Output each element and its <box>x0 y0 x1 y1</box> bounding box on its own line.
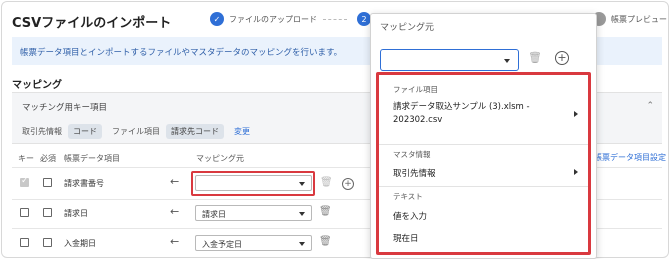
required-checkbox-row3[interactable] <box>43 238 52 247</box>
chevron-down-icon <box>299 242 305 246</box>
step-preview: 帳票プレビュー <box>592 12 667 26</box>
panel-title: マッピング元 <box>380 23 435 33</box>
step-mapping-number: 2 <box>357 12 371 26</box>
step-upload-label: ファイルのアップロード <box>229 14 317 24</box>
arrow-left-icon: ← <box>170 235 180 248</box>
header-mapping: マッピング元 <box>196 154 244 163</box>
menu-item-file[interactable]: 請求データ取込サンプル (3).xlsm - 202302.csv <box>393 101 563 127</box>
field-label-row2: 請求日 <box>64 209 88 218</box>
menu-divider <box>379 186 588 187</box>
trash-icon[interactable]: 🗑 <box>319 206 332 217</box>
key-checkbox-row2[interactable] <box>20 208 29 217</box>
header-required: 必須 <box>40 154 56 163</box>
trash-icon[interactable]: 🗑 <box>320 177 333 188</box>
key-chip-code: コード <box>68 124 102 139</box>
step-upload: ✓ ファイルのアップロード <box>210 12 317 26</box>
key-item-title: マッチング用キー項目 <box>22 103 108 113</box>
mapping-value-row2: 請求日 <box>202 210 226 219</box>
section-title-mapping: マッピング <box>12 80 62 91</box>
key-label-file: ファイル項目 <box>112 127 160 136</box>
header-field: 帳票データ項目 <box>64 154 120 163</box>
trash-icon[interactable]: 🗑 <box>528 51 542 64</box>
menu-item-partner[interactable]: 取引先情報 <box>393 167 436 179</box>
mapping-value-row3: 入金予定日 <box>202 240 242 249</box>
key-checkbox-row3[interactable] <box>20 238 29 247</box>
header-key: キー <box>18 154 34 163</box>
required-checkbox-row2[interactable] <box>43 208 52 217</box>
mapping-source-menu: ファイル項目 請求データ取込サンプル (3).xlsm - 202302.csv… <box>376 72 591 255</box>
step-connector <box>323 19 347 20</box>
chevron-right-icon <box>574 111 578 117</box>
group-header-file: ファイル項目 <box>393 85 438 94</box>
chevron-right-icon <box>574 169 578 175</box>
arrow-left-icon: ← <box>170 175 180 188</box>
step-preview-label: 帳票プレビュー <box>611 14 667 24</box>
mapping-source-panel: マッピング元 🗑 + ファイル項目 請求データ取込サンプル (3).xlsm -… <box>370 13 597 259</box>
plus-circle-icon[interactable]: + <box>342 178 354 190</box>
step-mapping: 2 <box>357 12 371 26</box>
page-title: CSVファイルのインポート <box>12 16 172 31</box>
step-check-icon: ✓ <box>210 12 224 26</box>
key-label-partner: 取引先情報 <box>22 127 62 136</box>
required-checkbox-row1[interactable] <box>43 178 52 187</box>
highlight-box-select <box>191 171 315 196</box>
panel-mapping-select[interactable] <box>380 49 519 71</box>
field-label-row3: 入金期日 <box>64 239 96 248</box>
menu-item-input-value[interactable]: 値を入力 <box>393 210 427 222</box>
key-item-row: 取引先情報 コード ファイル項目 請求先コード 変更 <box>22 124 250 139</box>
chevron-up-icon[interactable]: ⌃ <box>646 101 654 111</box>
change-link[interactable]: 変更 <box>234 126 250 137</box>
chevron-down-icon <box>299 212 305 216</box>
menu-divider <box>379 144 588 145</box>
menu-item-current-date[interactable]: 現在日 <box>393 232 419 244</box>
mapping-select-row3[interactable]: 入金予定日 <box>195 235 312 251</box>
group-header-master: マスタ情報 <box>393 150 431 159</box>
field-settings-link[interactable]: 帳票データ項目設定 <box>594 152 666 163</box>
plus-circle-icon[interactable]: + <box>555 51 569 65</box>
field-label-row1: 請求書番号 <box>64 179 104 188</box>
key-chip-billing-code: 請求先コード <box>166 124 224 139</box>
group-header-text: テキスト <box>393 192 423 201</box>
key-checkbox-row1 <box>20 176 29 187</box>
chevron-down-icon <box>504 59 510 63</box>
trash-icon[interactable]: 🗑 <box>319 236 332 247</box>
arrow-left-icon: ← <box>170 205 180 218</box>
mapping-select-row2[interactable]: 請求日 <box>195 205 312 221</box>
